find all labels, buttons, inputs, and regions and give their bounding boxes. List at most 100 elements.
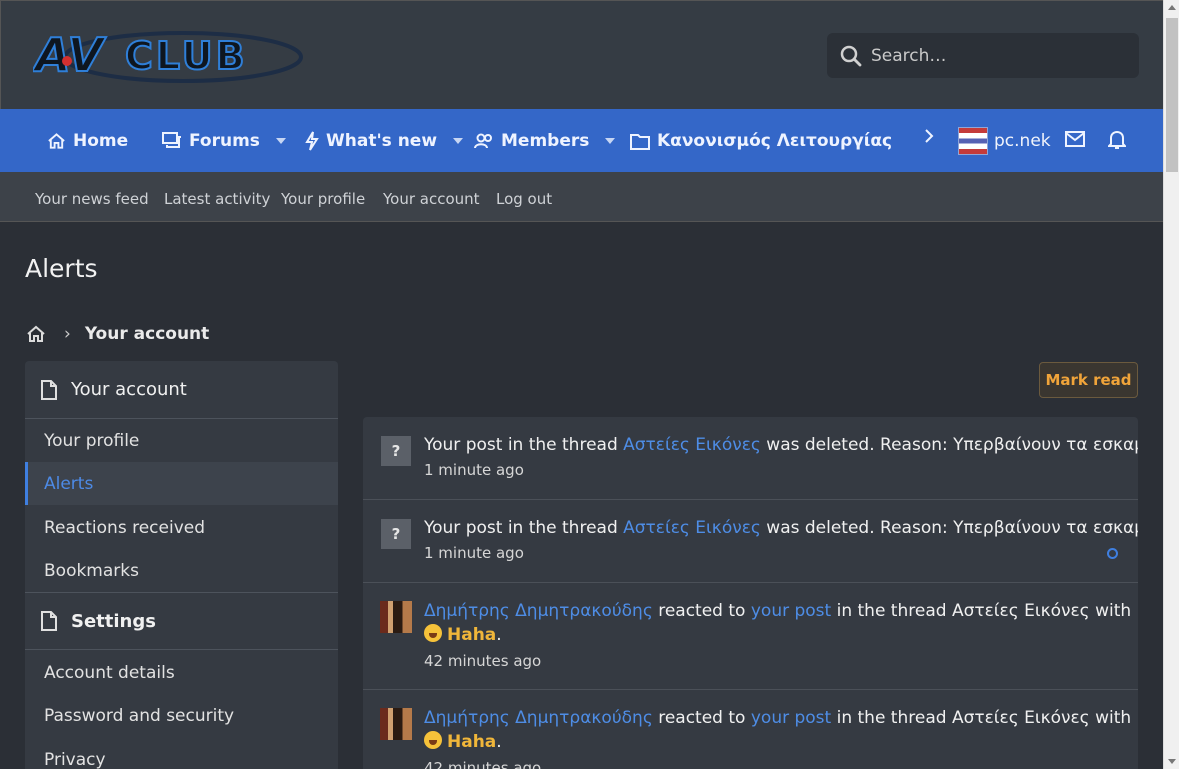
post-link[interactable]: your post xyxy=(751,708,831,728)
alert-text: Δημήτρης Δημητρακούδης reacted to your p… xyxy=(424,599,1131,623)
nav-forums-label[interactable]: Forums xyxy=(189,131,260,151)
avatar[interactable] xyxy=(380,601,412,633)
nav-members-label[interactable]: Members xyxy=(501,131,589,151)
alert-verb: reacted to xyxy=(652,708,751,728)
alert-time: 42 minutes ago xyxy=(424,652,542,670)
nav-home-label[interactable]: Home xyxy=(73,131,128,151)
alerts-button[interactable] xyxy=(1108,130,1126,150)
chevron-down-icon[interactable] xyxy=(275,138,286,144)
search-box[interactable]: Search… xyxy=(827,33,1139,78)
list-item[interactable]: ? Your post in the thread Αστείες Εικόνε… xyxy=(363,417,1138,500)
nav-whats-new-label[interactable]: What's new xyxy=(326,131,437,151)
breadcrumb: › Your account xyxy=(26,324,209,344)
list-item[interactable]: Δημήτρης Δημητρακούδης reacted to your p… xyxy=(363,690,1138,769)
thread-link[interactable]: Αστείες Εικόνες xyxy=(623,518,761,538)
alert-prefix: Your post in the thread xyxy=(424,518,624,538)
forums-icon xyxy=(162,132,181,148)
sub-nav: Your news feed Latest activity Your prof… xyxy=(0,172,1163,222)
nav-forums[interactable]: Forums xyxy=(162,131,286,151)
breadcrumb-your-account[interactable]: Your account xyxy=(85,324,209,344)
sidebar-item-password-security[interactable]: Password and security xyxy=(25,694,338,737)
reaction-label: Haha xyxy=(447,732,497,752)
reaction-line: Haha. xyxy=(424,730,502,754)
post-link[interactable]: your post xyxy=(751,601,831,621)
mark-read-button[interactable]: Mark read xyxy=(1039,362,1138,398)
alert-text: Your post in the thread Αστείες Εικόνες … xyxy=(424,516,1138,540)
bolt-icon xyxy=(305,131,319,151)
subnav-your-account[interactable]: Your account xyxy=(383,190,480,208)
alert-rest: in the thread Αστείες Εικόνες with xyxy=(831,601,1132,621)
reaction-period: . xyxy=(496,732,502,752)
account-sidebar: Your account Your profile Alerts Reactio… xyxy=(25,361,338,769)
nav-home[interactable]: Home xyxy=(47,131,128,151)
search-placeholder[interactable]: Search… xyxy=(871,46,946,66)
chevron-down-icon[interactable] xyxy=(453,138,464,144)
envelope-icon[interactable] xyxy=(1065,131,1085,147)
sidebar-item-bookmarks[interactable]: Bookmarks xyxy=(25,549,338,592)
chevron-down-icon[interactable] xyxy=(605,138,616,144)
alert-text: Δημήτρης Δημητρακούδης reacted to your p… xyxy=(424,706,1131,730)
username[interactable]: pc.nek xyxy=(994,131,1051,151)
list-item[interactable]: Δημήτρης Δημητρακούδης reacted to your p… xyxy=(363,583,1138,690)
thread-link[interactable]: Αστείες Εικόνες xyxy=(623,435,761,455)
document-icon xyxy=(41,611,57,631)
subnav-your-profile[interactable]: Your profile xyxy=(281,190,365,208)
nav-rules-label[interactable]: Κανονισμός Λειτουργίας xyxy=(657,131,892,151)
sidebar-item-alerts[interactable]: Alerts xyxy=(25,462,338,505)
nav-whats-new[interactable]: What's new xyxy=(305,131,464,151)
site-header: AV CLUB Search… xyxy=(0,0,1163,109)
sidebar-item-account-details[interactable]: Account details xyxy=(25,651,338,694)
document-icon xyxy=(41,379,57,400)
subnav-news-feed[interactable]: Your news feed xyxy=(35,190,149,208)
chevron-right-icon[interactable] xyxy=(923,128,935,144)
site-logo[interactable]: AV CLUB xyxy=(31,23,303,85)
subnav-latest-activity[interactable]: Latest activity xyxy=(164,190,270,208)
list-item[interactable]: ? Your post in the thread Αστείες Εικόνε… xyxy=(363,500,1138,583)
haha-emoji-icon xyxy=(424,624,442,642)
subnav-log-out[interactable]: Log out xyxy=(496,190,552,208)
search-icon xyxy=(840,45,862,67)
user-link[interactable]: Δημήτρης Δημητρακούδης xyxy=(424,601,653,621)
members-icon xyxy=(474,133,492,149)
alert-time: 42 minutes ago xyxy=(424,759,542,769)
alert-verb: reacted to xyxy=(652,601,751,621)
avatar[interactable] xyxy=(958,127,988,155)
unknown-content-icon: ? xyxy=(381,519,411,549)
nav-members[interactable]: Members xyxy=(474,131,616,151)
sidebar-item-privacy[interactable]: Privacy xyxy=(25,738,338,769)
scroll-up-arrow-icon[interactable] xyxy=(1168,5,1176,10)
nav-scroll-right[interactable] xyxy=(923,128,935,144)
unknown-content-icon: ? xyxy=(381,436,411,466)
sidebar-section-your-account: Your account xyxy=(25,361,338,419)
svg-text:AV: AV xyxy=(33,28,106,82)
alert-time: 1 minute ago xyxy=(424,461,524,479)
avatar[interactable] xyxy=(380,708,412,740)
user-menu[interactable]: pc.nek xyxy=(958,127,1051,155)
scroll-thumb[interactable] xyxy=(1166,18,1178,172)
bell-icon[interactable] xyxy=(1108,130,1126,150)
alerts-list: ? Your post in the thread Αστείες Εικόνε… xyxy=(363,417,1138,769)
breadcrumb-separator: › xyxy=(64,324,71,344)
inbox-button[interactable] xyxy=(1065,131,1085,147)
alert-suffix: was deleted. Reason: Υπερβαίνουν τα εσκα… xyxy=(766,518,1138,538)
reaction-label: Haha xyxy=(447,625,497,645)
sidebar-item-your-profile[interactable]: Your profile xyxy=(25,419,338,462)
reaction-period: . xyxy=(496,625,502,645)
page-scrollbar[interactable] xyxy=(1163,0,1179,769)
alert-time: 1 minute ago xyxy=(424,544,524,562)
home-icon[interactable] xyxy=(26,325,46,343)
sidebar-heading-label: Settings xyxy=(71,610,156,632)
alert-text: Your post in the thread Αστείες Εικόνες … xyxy=(424,433,1138,457)
alert-prefix: Your post in the thread xyxy=(424,435,624,455)
user-link[interactable]: Δημήτρης Δημητρακούδης xyxy=(424,708,653,728)
main-nav: Home Forums What's new Members Κανονισμό… xyxy=(0,109,1163,172)
alert-suffix: was deleted. Reason: Υπερβαίνουν τα εσκα… xyxy=(766,435,1138,455)
folder-icon xyxy=(630,133,650,150)
nav-rules[interactable]: Κανονισμός Λειτουργίας xyxy=(630,131,892,151)
sidebar-heading-label: Your account xyxy=(71,379,187,400)
haha-emoji-icon xyxy=(424,731,442,749)
sidebar-item-reactions-received[interactable]: Reactions received xyxy=(25,506,338,549)
home-icon xyxy=(48,133,65,149)
mark-unread-toggle[interactable] xyxy=(1107,548,1118,559)
scroll-down-arrow-icon[interactable] xyxy=(1168,759,1176,764)
